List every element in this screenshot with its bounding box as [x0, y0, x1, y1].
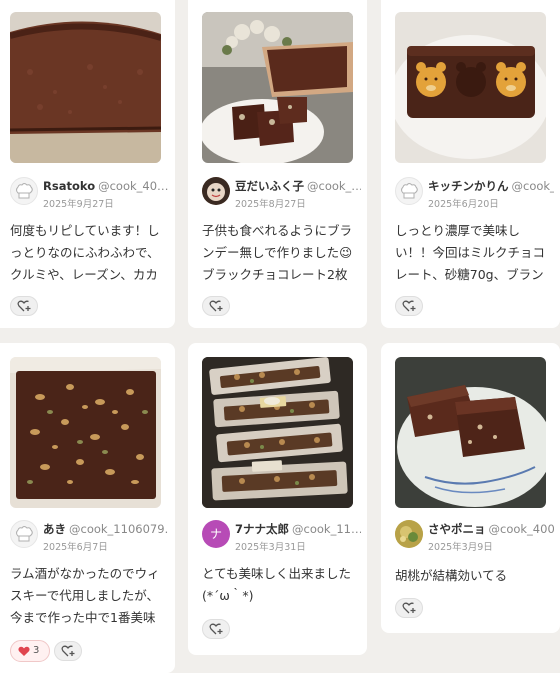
chef-hat-icon — [16, 183, 33, 199]
author-name[interactable]: Rsatoko — [43, 179, 95, 193]
reaction-count: 3 — [33, 645, 40, 656]
heart-plus-icon — [402, 300, 416, 312]
avatar[interactable] — [10, 177, 38, 205]
dish-photo[interactable] — [202, 12, 353, 163]
author-row[interactable]: キッチンかりん@cook_… 2025年6月20日 — [395, 177, 554, 211]
comment-text: しっとり濃厚で美味しい！！今回はミルクチョコレート、砂糖70g、ブランデー小さじ… — [395, 223, 546, 282]
add-reaction-button[interactable] — [395, 296, 423, 316]
chef-hat-icon — [401, 183, 418, 199]
heart-plus-icon — [209, 623, 223, 635]
dish-photo[interactable] — [395, 357, 546, 508]
author-row[interactable]: ナ 7ナナ太郎 @cook_11… 2025年3月31日 — [202, 520, 361, 554]
heart-plus-icon — [61, 645, 75, 657]
dish-photo[interactable] — [10, 357, 161, 508]
tsukurepo-card[interactable]: さやポニョ@cook_400… 2025年3月9日 胡桃が結構効いてる — [381, 343, 560, 633]
add-reaction-button[interactable] — [395, 598, 423, 618]
tsukurepo-card[interactable]: 豆だいふく子 @cook_… 2025年8月27日 子供も食べれるようにブランデー… — [188, 0, 367, 328]
author-handle: @cook_11… — [292, 522, 361, 536]
avatar[interactable] — [395, 177, 423, 205]
heart-icon — [18, 646, 30, 656]
heart-plus-icon — [402, 602, 416, 614]
chef-hat-icon — [16, 526, 33, 542]
add-reaction-button[interactable] — [10, 296, 38, 316]
tsukurepo-card[interactable]: キッチンかりん@cook_… 2025年6月20日 しっとり濃厚で美味しい！！今… — [381, 0, 560, 328]
comment-text: ラム酒がなかったのでウィスキーで代用しましたが、今まで作った中で1番美味しくでき… — [10, 566, 160, 625]
comment-text: 何度もリピしています！しっとりなのにふわふわで、クルミや、レーズン、カカオニブ … — [10, 223, 160, 282]
author-handle: @cook_1106079… — [69, 522, 169, 536]
post-date: 2025年6月20日 — [428, 199, 499, 210]
post-date: 2025年8月27日 — [235, 199, 306, 210]
tsukurepo-card[interactable]: Rsatoko @cook_40… 2025年9月27日 何度もリピしています！し… — [0, 0, 175, 328]
post-date: 2025年9月27日 — [43, 199, 114, 210]
author-handle: @cook_… — [511, 179, 555, 193]
author-row[interactable]: 豆だいふく子 @cook_… 2025年8月27日 — [202, 177, 361, 211]
author-handle: @cook_… — [307, 179, 361, 193]
tsukurepo-card[interactable]: あき @cook_1106079… 2025年6月7日 ラム酒がなかったのでウィス… — [0, 343, 175, 673]
dish-photo[interactable] — [10, 12, 161, 163]
comment-text: 子供も食べれるようにブランデー無しで作りました😉 ブラックチョコレート2枚で好み… — [202, 223, 353, 282]
add-reaction-button[interactable] — [202, 619, 230, 639]
author-name[interactable]: 7ナナ太郎 — [235, 522, 289, 536]
author-handle: @cook_400… — [488, 522, 555, 536]
author-handle: @cook_40… — [98, 179, 169, 193]
author-row[interactable]: Rsatoko @cook_40… 2025年9月27日 — [10, 177, 169, 211]
avatar[interactable] — [10, 520, 38, 548]
dish-photo[interactable] — [395, 12, 546, 163]
comment-text: 胡桃が結構効いてる — [395, 568, 508, 583]
heart-plus-icon — [17, 300, 31, 312]
author-name[interactable]: キッチンかりん — [428, 179, 509, 193]
avatar[interactable] — [395, 520, 423, 548]
author-name[interactable]: 豆だいふく子 — [235, 179, 304, 193]
heart-plus-icon — [209, 300, 223, 312]
dish-photo[interactable] — [202, 357, 353, 508]
post-date: 2025年3月9日 — [428, 542, 493, 553]
add-reaction-button[interactable] — [54, 641, 82, 661]
author-name[interactable]: あき — [43, 522, 66, 536]
comment-text: とても美味しく出来ました(*´ω｀*) — [202, 566, 352, 603]
reaction-count-button[interactable]: 3 — [10, 640, 50, 662]
author-row[interactable]: あき @cook_1106079… 2025年6月7日 — [10, 520, 169, 554]
author-name[interactable]: さやポニョ — [428, 522, 486, 536]
avatar[interactable] — [202, 177, 230, 205]
tsukurepo-card[interactable]: ナ 7ナナ太郎 @cook_11… 2025年3月31日 とても美味しく出来ました… — [188, 343, 367, 655]
post-date: 2025年6月7日 — [43, 542, 108, 553]
avatar[interactable]: ナ — [202, 520, 230, 548]
post-date: 2025年3月31日 — [235, 542, 306, 553]
author-row[interactable]: さやポニョ@cook_400… 2025年3月9日 — [395, 520, 554, 554]
add-reaction-button[interactable] — [202, 296, 230, 316]
